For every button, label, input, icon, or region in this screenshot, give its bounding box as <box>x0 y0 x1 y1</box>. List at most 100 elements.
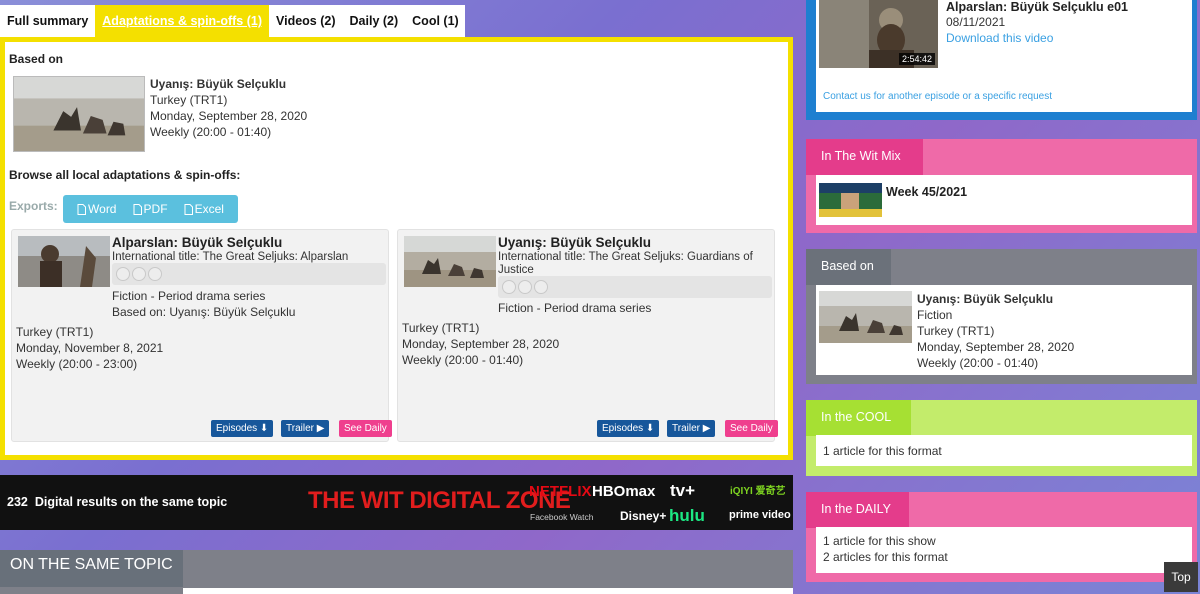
scroll-top-button[interactable]: Top <box>1164 562 1198 592</box>
adaptations-panel: Based on Uyanış: Büyük Selçuklu Turkey (… <box>0 37 793 460</box>
based-on-body: Uyanış: Büyük Selçuklu Fiction Turkey (T… <box>816 285 1192 375</box>
daily-header: In the DAILY <box>806 492 909 528</box>
facebook-watch-logo: Facebook Watch <box>530 512 594 522</box>
disney-logo: Disney+ <box>620 509 667 523</box>
tab-daily[interactable]: Daily (2) <box>342 5 406 37</box>
download-icon: ⬇ <box>259 423 269 434</box>
daily-format-count[interactable]: 2 articles for this format <box>823 550 948 564</box>
appletv-logo: tv+ <box>670 481 696 500</box>
based-on-date: Monday, September 28, 2020 <box>917 340 1075 354</box>
wit-mix-body: Week 45/2021 <box>816 175 1192 225</box>
based-on-heading: Based on <box>9 52 64 66</box>
rating-bar <box>498 276 772 298</box>
hbomax-logo: HBOmax <box>592 483 656 500</box>
daily-body: 1 article for this show 2 articles for t… <box>816 527 1192 573</box>
file-icon <box>133 203 142 215</box>
exports-bar: Word PDF Excel <box>63 195 238 223</box>
download-icon: ⬇ <box>645 423 655 434</box>
smiley-neutral-icon[interactable] <box>132 267 146 281</box>
tab-full-summary[interactable]: Full summary <box>0 5 96 37</box>
cool-body: 1 article for this format <box>816 435 1192 466</box>
daily-show-count[interactable]: 1 article for this show <box>823 534 936 548</box>
file-icon <box>184 203 193 215</box>
card-country: Turkey (TRT1) <box>402 321 480 335</box>
daily-widget: In the DAILY 1 article for this show 2 a… <box>806 492 1197 582</box>
hulu-logo: hulu <box>669 506 705 525</box>
video-widget: 2:54:42 Alparslan: Büyük Selçuklu e01 08… <box>806 0 1197 120</box>
card-genre: Fiction - Period drama series <box>112 289 266 303</box>
based-on-schedule: Weekly (20:00 - 01:40) <box>150 125 272 139</box>
card-schedule: Weekly (20:00 - 01:40) <box>402 353 524 367</box>
cool-widget: In the COOL 1 article for this format <box>806 400 1197 476</box>
based-on-schedule: Weekly (20:00 - 01:40) <box>917 356 1039 370</box>
rating-bar <box>112 263 386 285</box>
iqiyi-logo: iQIYI 爱奇艺 <box>730 486 786 497</box>
export-pdf-button[interactable]: PDF <box>133 202 168 216</box>
wit-mix-widget: In The Wit Mix Week 45/2021 <box>806 139 1197 233</box>
based-on-thumbnail[interactable] <box>13 76 145 152</box>
based-on-title[interactable]: Uyanış: Büyük Selçuklu <box>917 292 1053 306</box>
same-topic-heading: ON THE SAME TOPIC <box>0 550 183 587</box>
see-daily-button[interactable]: See Daily <box>725 420 778 437</box>
card-thumbnail[interactable] <box>18 236 110 287</box>
netflix-logo: NETFLIX <box>529 483 592 500</box>
contact-request-link[interactable]: Contact us for another episode or a spec… <box>823 91 1052 102</box>
cool-article-count[interactable]: 1 article for this format <box>823 444 942 458</box>
card-title[interactable]: Alparslan: Büyük Selçuklu <box>112 235 282 250</box>
adaptation-card: Uyanış: Büyük Selçuklu International tit… <box>397 229 778 442</box>
smiley-happy-icon[interactable] <box>116 267 130 281</box>
smiley-neutral-icon[interactable] <box>518 280 532 294</box>
digital-zone-banner[interactable]: 232 Digital results on the same topic TH… <box>0 475 793 530</box>
card-intl-title: International title: The Great Seljuks: … <box>498 251 753 276</box>
based-on-header: Based on <box>806 249 891 285</box>
based-on-title[interactable]: Uyanış: Büyük Selçuklu <box>150 77 286 91</box>
based-on-thumbnail[interactable] <box>819 291 912 343</box>
tab-bar: Full summary Adaptations & spin-offs (1)… <box>0 5 465 37</box>
based-on-country: Turkey (TRT1) <box>917 324 995 338</box>
based-on-genre: Fiction <box>917 308 953 322</box>
video-date: 08/11/2021 <box>946 15 1006 29</box>
card-date: Monday, September 28, 2020 <box>402 337 560 351</box>
export-excel-button[interactable]: Excel <box>184 202 224 216</box>
based-on-widget: Based on Uyanış: Büyük Selçuklu Fiction … <box>806 249 1197 384</box>
play-icon: ▶ <box>702 423 711 434</box>
trailer-button[interactable]: Trailer ▶ <box>667 420 716 437</box>
card-title[interactable]: Uyanış: Büyük Selçuklu <box>498 235 651 250</box>
video-title[interactable]: Alparslan: Büyük Selçuklu e01 <box>946 0 1128 14</box>
tab-adaptations[interactable]: Adaptations & spin-offs (1) <box>95 5 269 37</box>
episodes-button[interactable]: Episodes ⬇ <box>211 420 274 437</box>
card-date: Monday, November 8, 2021 <box>16 341 164 355</box>
card-based-on: Based on: Uyanış: Büyük Selçuklu <box>112 305 296 319</box>
episodes-button[interactable]: Episodes ⬇ <box>597 420 660 437</box>
smiley-happy-icon[interactable] <box>502 280 516 294</box>
adaptation-card: Alparslan: Büyük Selçuklu International … <box>11 229 392 442</box>
video-widget-body: 2:54:42 Alparslan: Büyük Selçuklu e01 08… <box>816 0 1192 112</box>
tab-cool[interactable]: Cool (1) <box>405 5 465 37</box>
trailer-button[interactable]: Trailer ▶ <box>281 420 330 437</box>
wit-mix-thumbnail[interactable] <box>819 183 882 217</box>
card-thumbnail[interactable] <box>404 236 496 287</box>
card-country: Turkey (TRT1) <box>16 325 94 339</box>
export-word-button[interactable]: Word <box>77 202 116 216</box>
file-icon <box>77 203 87 215</box>
same-topic-content <box>183 588 793 594</box>
video-thumbnail[interactable]: 2:54:42 <box>819 0 938 68</box>
based-on-country: Turkey (TRT1) <box>150 93 228 107</box>
exports-label: Exports: <box>9 199 58 213</box>
video-duration-badge: 2:54:42 <box>898 53 935 65</box>
digital-results-count: 232 Digital results on the same topic <box>7 495 228 509</box>
see-daily-button[interactable]: See Daily <box>339 420 392 437</box>
based-on-date: Monday, September 28, 2020 <box>150 109 308 123</box>
card-schedule: Weekly (20:00 - 23:00) <box>16 357 138 371</box>
smiley-sad-icon[interactable] <box>534 280 548 294</box>
play-icon: ▶ <box>316 423 325 434</box>
tab-videos[interactable]: Videos (2) <box>269 5 343 37</box>
download-video-link[interactable]: Download this video <box>946 31 1053 45</box>
prime-video-logo: prime video <box>729 509 791 521</box>
card-genre: Fiction - Period drama series <box>498 301 652 315</box>
cool-header: In the COOL <box>806 400 911 436</box>
wit-mix-week[interactable]: Week 45/2021 <box>886 185 967 199</box>
same-topic-section: ON THE SAME TOPIC <box>0 550 793 594</box>
smiley-sad-icon[interactable] <box>148 267 162 281</box>
wit-mix-header: In The Wit Mix <box>806 139 923 175</box>
